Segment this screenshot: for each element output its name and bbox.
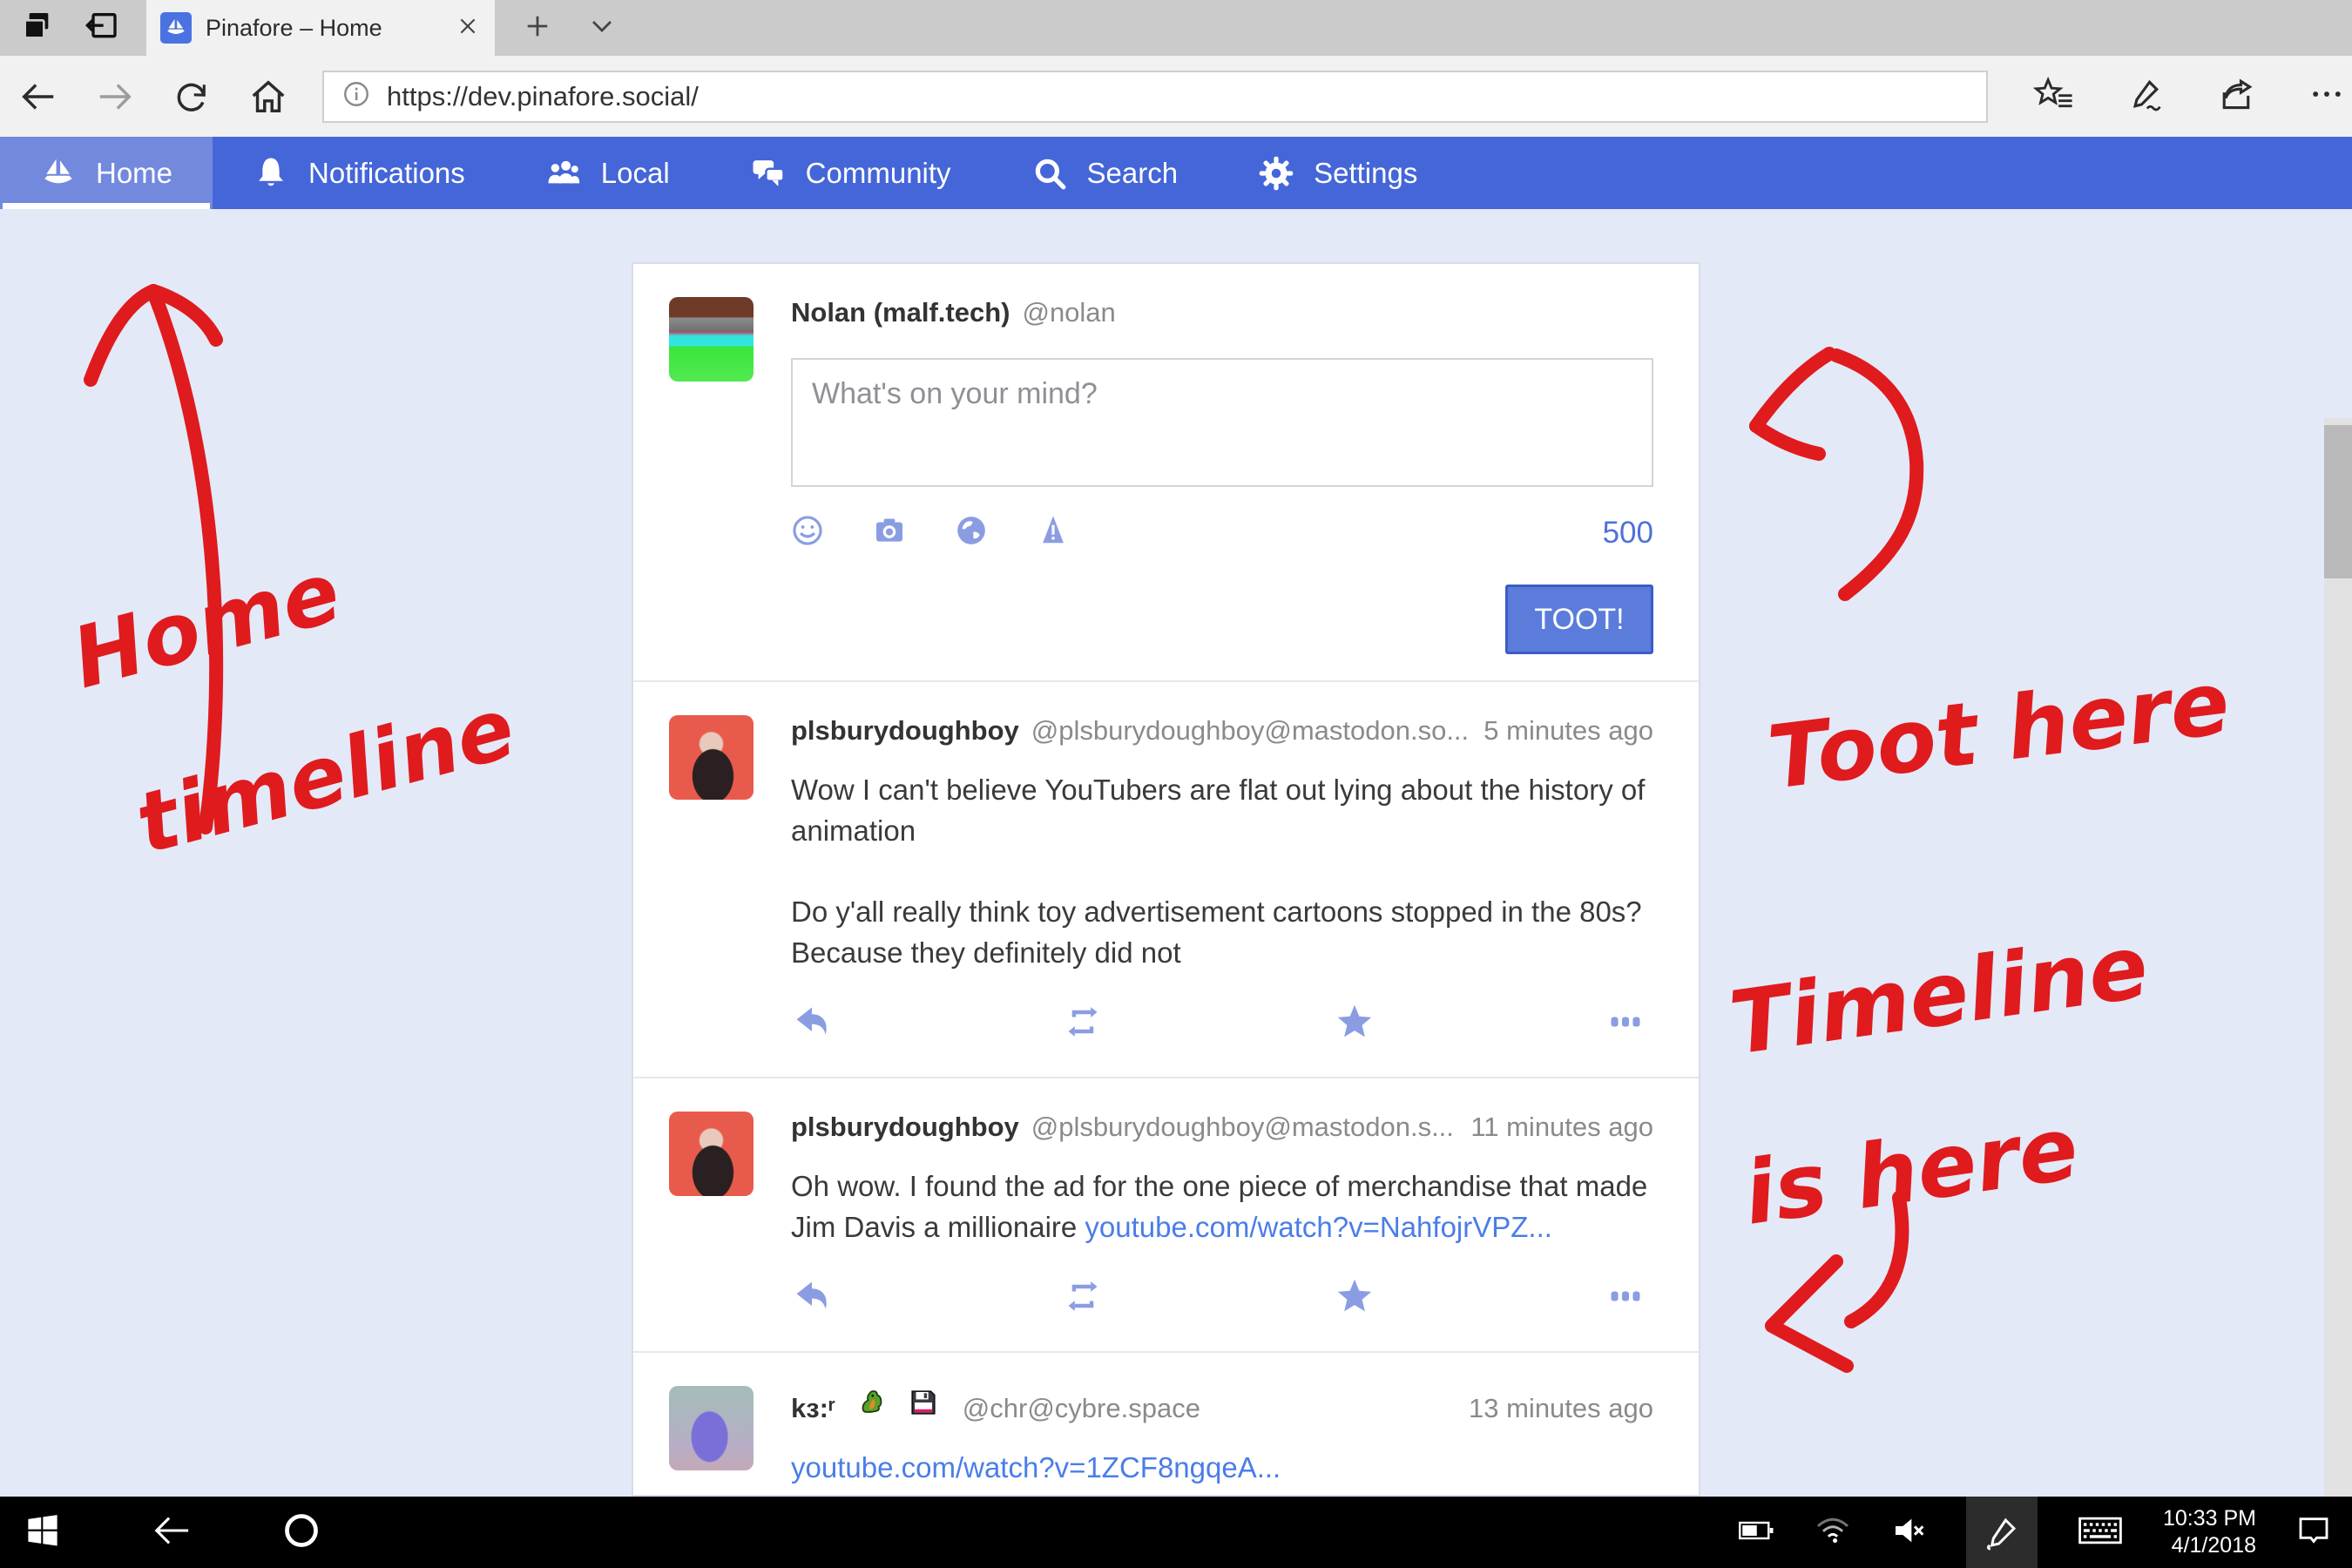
toot-link[interactable]: youtube.com/watch?v=1ZCF8ngqeA... [791,1451,1281,1484]
star-icon[interactable] [1335,1003,1374,1045]
compose-handle: @nolan [1022,297,1115,328]
set-aside-tabs-icon[interactable] [19,9,54,48]
toot-content: youtube.com/watch?v=1ZCF8ngqeA... [791,1447,1653,1488]
reply-icon[interactable] [793,1003,831,1045]
people-icon [545,155,582,192]
web-note-icon[interactable] [2126,75,2166,118]
windows-taskbar: 10:33 PM 4/1/2018 [0,1497,2352,1568]
toot: plsburydoughboy @plsburydoughboy@mastodo… [633,1078,1699,1351]
compose-box: Nolan (malf.tech) @nolan [633,264,1699,680]
nav-tab-community[interactable]: Community [710,137,991,209]
toot-handle[interactable]: @plsburydoughboy@mastodon.so... [1031,715,1469,747]
pinafore-favicon-sailboat-icon [160,12,192,44]
bell-icon [253,155,289,192]
scrollbar-thumb[interactable] [2324,425,2352,578]
nav-tab-local[interactable]: Local [505,137,710,209]
nav-tab-settings[interactable]: Settings [1218,137,1457,209]
compose-input[interactable] [791,358,1653,487]
content-warning-icon[interactable] [1037,514,1070,551]
chat-bubbles-icon [750,155,787,192]
settings-more-icon[interactable] [2307,75,2347,118]
toot-username[interactable]: plsburydoughboy [791,715,1019,747]
nav-label: Home [96,157,172,190]
new-tab-icon[interactable] [524,13,551,44]
tabs-dropdown-icon[interactable] [589,13,615,44]
toot-content: Oh wow. I found the ad for the one piece… [791,1166,1653,1247]
address-bar[interactable]: https://dev.pinafore.social/ [322,71,1988,123]
toot-link[interactable]: youtube.com/watch?v=NahfojrVPZ... [1085,1211,1552,1243]
timeline-card: Nolan (malf.tech) @nolan [632,262,1700,1497]
avatar[interactable] [669,715,754,800]
start-button-icon[interactable] [24,1512,61,1553]
tab-title: Pinafore – Home [206,15,436,42]
compose-display-name: Nolan (malf.tech) [791,297,1010,328]
nav-label: Settings [1314,157,1417,190]
floppy-disk-emoji-icon [909,1388,940,1419]
browser-tab[interactable]: Pinafore – Home [146,0,495,56]
clock-date: 4/1/2018 [2163,1532,2256,1559]
char-counter: 500 [1603,516,1653,551]
nav-tab-notifications[interactable]: Notifications [213,137,505,209]
show-set-aside-tabs-icon[interactable] [84,9,120,48]
more-options-icon[interactable] [1606,1003,1645,1045]
dragon-emoji-icon [856,1386,888,1417]
windows-ink-pen-icon[interactable] [1966,1497,2038,1568]
favorites-hub-icon[interactable] [2033,75,2075,118]
star-icon[interactable] [1335,1277,1374,1320]
nav-tab-home[interactable]: Home [0,137,213,209]
taskbar-back-icon[interactable] [152,1511,192,1555]
search-icon [1031,155,1068,192]
avatar[interactable] [669,1386,754,1470]
clock-time: 10:33 PM [2163,1505,2256,1532]
wifi-icon[interactable] [1815,1516,1851,1550]
toot: plsburydoughboy @plsburydoughboy@mastodo… [633,682,1699,1077]
toot-button[interactable]: TOOT! [1505,585,1653,654]
browser-toolbar: https://dev.pinafore.social/ [0,56,2352,137]
camera-icon[interactable] [873,514,906,551]
volume-muted-icon[interactable] [1891,1516,1926,1550]
nav-label: Community [806,157,951,190]
pinafore-nav: Home Notifications Local Community Searc… [0,137,2352,209]
nav-label: Local [601,157,670,190]
nav-label: Search [1087,157,1179,190]
toot-timestamp[interactable]: 13 minutes ago [1469,1393,1653,1424]
avatar[interactable] [669,1112,754,1196]
browser-tab-bar: Pinafore – Home [0,0,2352,56]
tab-close-icon[interactable] [456,15,479,42]
toot-content: Wow I can't believe YouTubers are flat o… [791,769,1653,973]
toot-username[interactable]: plsburydoughboy [791,1112,1019,1143]
boost-icon[interactable] [1064,1277,1102,1320]
forward-icon[interactable] [77,77,153,117]
nav-tab-search[interactable]: Search [991,137,1219,209]
scrollbar[interactable] [2324,418,2352,1497]
sailboat-icon [40,155,77,192]
url-text[interactable]: https://dev.pinafore.social/ [387,81,699,112]
toot-handle[interactable]: @plsburydoughboy@mastodon.s... [1031,1112,1454,1143]
share-icon[interactable] [2216,75,2256,118]
toot: kз:ʳ @chr@cybre.space 13 minutes ago you… [633,1353,1699,1497]
globe-icon[interactable] [955,514,988,551]
toot-username[interactable]: kз:ʳ [791,1393,835,1424]
avatar[interactable] [669,297,754,382]
gear-icon [1258,155,1294,192]
action-center-icon[interactable] [2296,1513,2331,1552]
reply-icon[interactable] [793,1277,831,1320]
battery-icon[interactable] [1738,1517,1774,1548]
refresh-icon[interactable] [153,78,230,116]
toot-timestamp[interactable]: 11 minutes ago [1470,1112,1653,1143]
boost-icon[interactable] [1064,1003,1102,1045]
emoji-icon[interactable] [791,514,824,551]
site-info-icon[interactable] [341,79,371,113]
more-options-icon[interactable] [1606,1277,1645,1320]
back-icon[interactable] [0,77,77,117]
toot-timestamp[interactable]: 5 minutes ago [1484,715,1653,747]
cortana-icon[interactable] [282,1511,321,1554]
taskbar-clock[interactable]: 10:33 PM 4/1/2018 [2163,1505,2256,1559]
home-icon[interactable] [230,77,307,117]
touch-keyboard-icon[interactable] [2078,1514,2123,1551]
page-content: Nolan (malf.tech) @nolan [0,209,2352,1497]
toot-handle[interactable]: @chr@cybre.space [963,1393,1200,1424]
nav-label: Notifications [308,157,465,190]
